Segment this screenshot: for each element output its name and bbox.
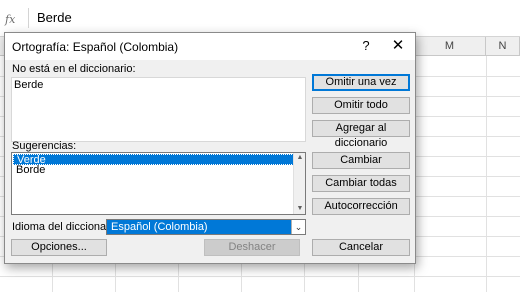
column-header-m[interactable]: M (414, 37, 486, 56)
column-header-n[interactable]: N (486, 37, 520, 56)
not-in-dictionary-label: No está en el diccionario: (12, 63, 136, 75)
cancel-button[interactable]: Cancelar (312, 239, 410, 256)
gridline (0, 276, 520, 277)
formula-separator (28, 8, 29, 28)
spelling-dialog: Ortografía: Español (Colombia) ? ✕ No es… (4, 32, 416, 264)
formula-input[interactable]: Berde (37, 10, 72, 25)
suggestion-item-selected[interactable]: Verde (13, 154, 294, 166)
function-icon[interactable]: fx (5, 13, 15, 26)
options-button[interactable]: Opciones... (11, 239, 107, 256)
help-icon[interactable]: ? (355, 37, 377, 55)
not-in-dictionary-box[interactable]: Berde (11, 77, 306, 142)
autocorrect-button[interactable]: Autocorrección (312, 198, 410, 215)
suggestions-label: Sugerencias: (12, 140, 77, 152)
dialog-titlebar[interactable]: Ortografía: Español (Colombia) ? ✕ (5, 33, 415, 60)
dictionary-language-value: Español (Colombia) (111, 221, 208, 233)
undo-button: Deshacer (204, 239, 300, 256)
suggestion-item[interactable]: Borde (13, 165, 45, 176)
add-to-dictionary-button[interactable]: Agregar al diccionario (312, 120, 410, 149)
suggestions-list[interactable]: Verde Borde ▲ ▼ (11, 152, 306, 215)
ignore-all-button[interactable]: Omitir todo (312, 97, 410, 114)
dialog-title: Ortografía: Español (Colombia) (12, 40, 179, 54)
close-icon[interactable]: ✕ (387, 37, 409, 55)
scroll-down-icon[interactable]: ▼ (296, 205, 304, 213)
suggestions-scrollbar[interactable]: ▲ ▼ (293, 153, 305, 214)
change-button[interactable]: Cambiar (312, 152, 410, 169)
ignore-once-button[interactable]: Omitir una vez (312, 74, 410, 91)
chevron-down-icon[interactable]: ⌄ (291, 220, 305, 234)
dictionary-language-select[interactable]: Español (Colombia) ⌄ (106, 219, 306, 235)
scroll-up-icon[interactable]: ▲ (296, 154, 304, 162)
misspelled-word: Berde (14, 79, 44, 91)
change-all-button[interactable]: Cambiar todas (312, 175, 410, 192)
